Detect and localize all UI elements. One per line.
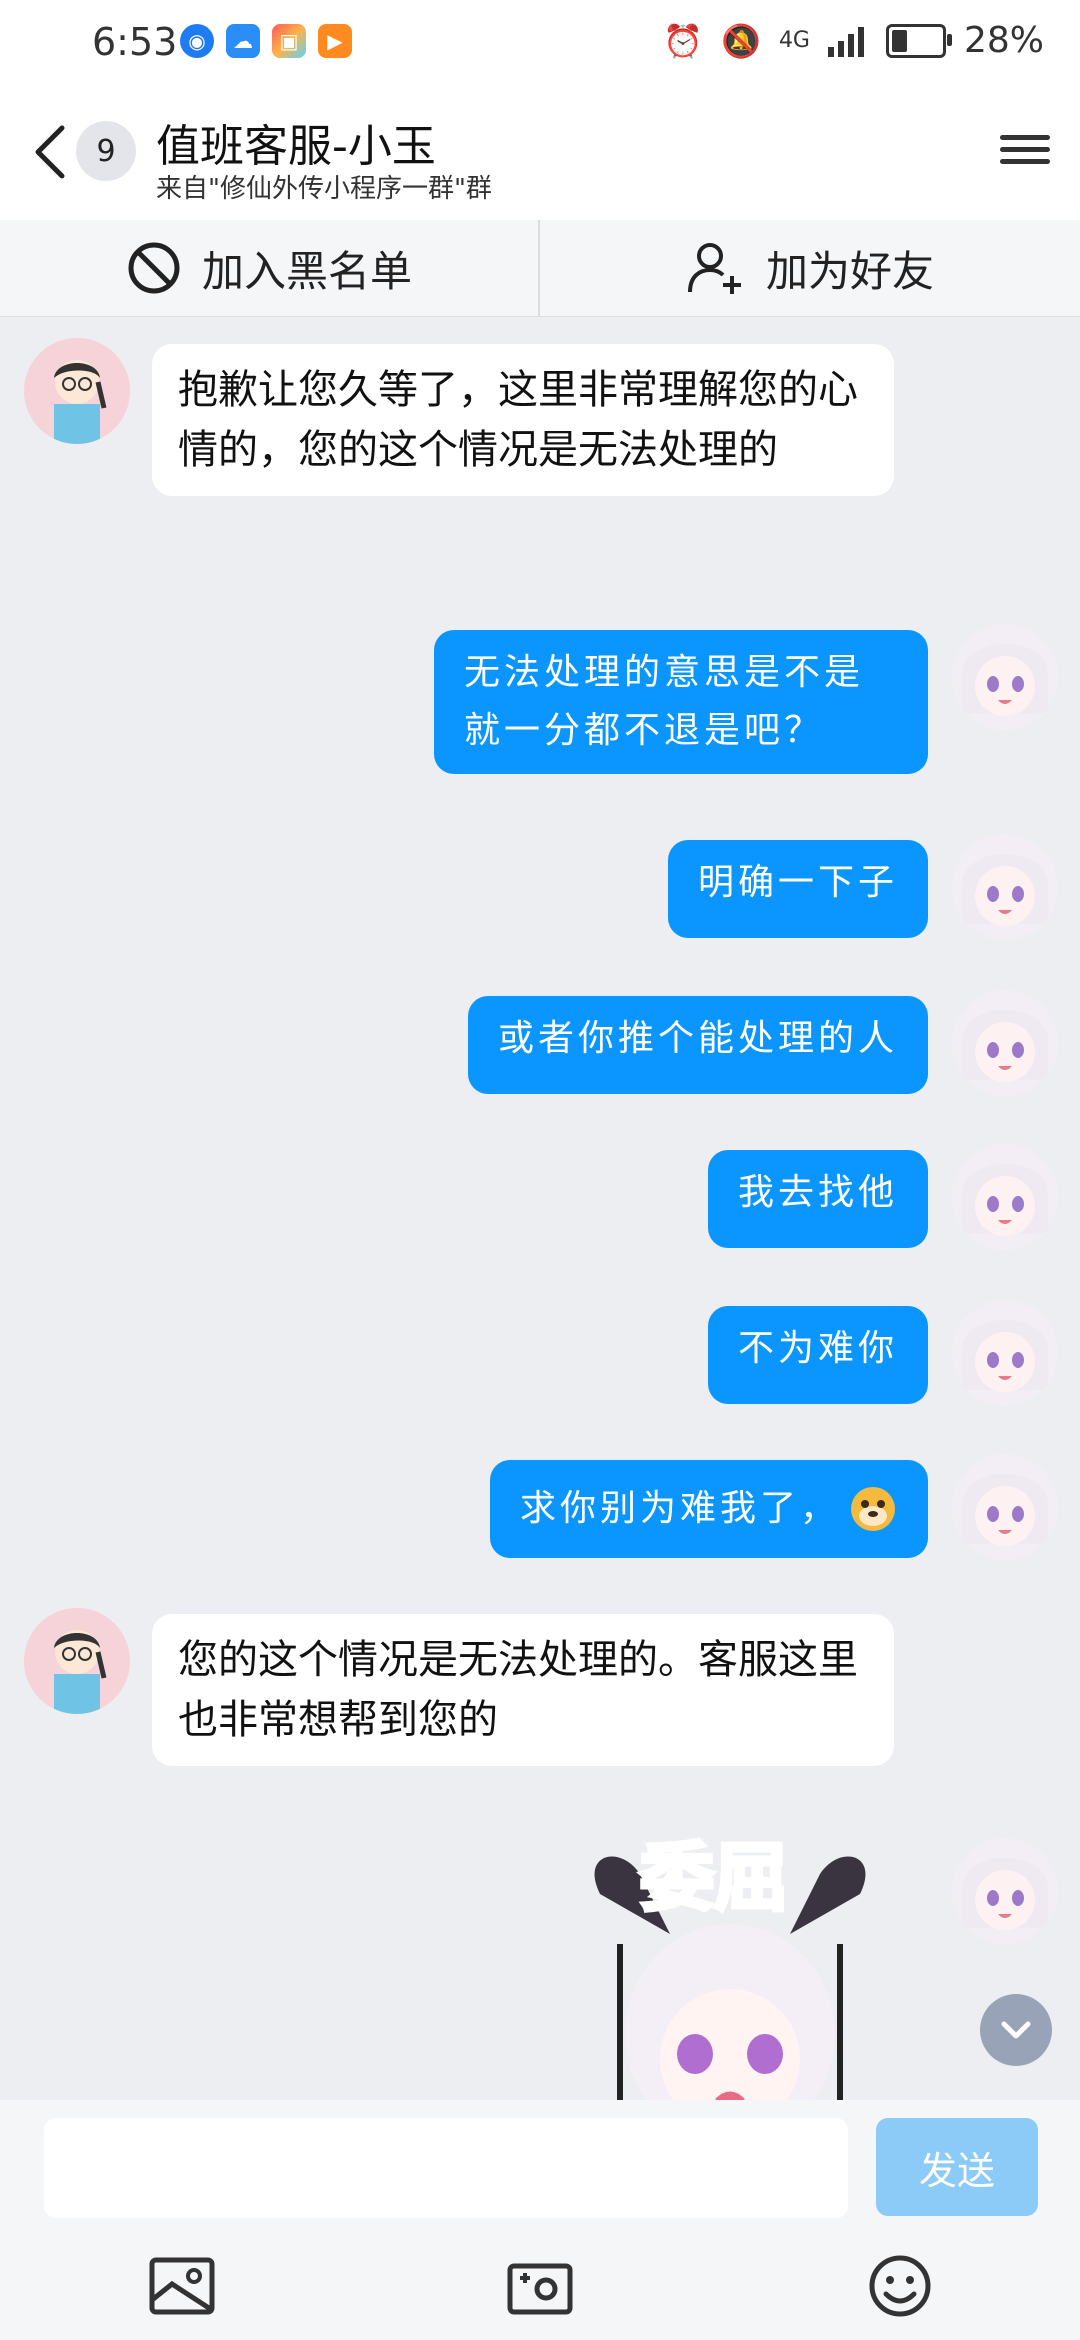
user-avatar[interactable]	[952, 624, 1058, 730]
battery-icon	[885, 23, 952, 58]
message-input[interactable]	[44, 2118, 848, 2218]
message-bubble-outgoing[interactable]: 明确一下子	[667, 840, 928, 938]
menu-icon[interactable]	[1000, 128, 1050, 178]
add-to-blacklist-label: 加入黑名单	[201, 246, 412, 296]
user-avatar[interactable]	[952, 990, 1058, 1096]
input-bar: 发送	[0, 2100, 1080, 2340]
chat-subtitle: 来自"修仙外传小程序一群"群	[156, 174, 492, 204]
add-user-icon	[687, 243, 741, 294]
signal-icon	[827, 26, 864, 57]
user-avatar[interactable]	[952, 1454, 1058, 1560]
chat-title: 值班客服-小玉	[156, 121, 436, 172]
alarm-icon: ⏰	[663, 21, 704, 60]
chevron-down-icon	[1001, 2021, 1031, 2039]
message-text: 求你别为难我了，	[519, 1488, 840, 1529]
sticker-image[interactable]: 委屈	[580, 1824, 880, 2100]
message-bubble-outgoing[interactable]: 我去找他	[707, 1150, 928, 1248]
agent-avatar[interactable]	[24, 338, 130, 444]
photo-icon[interactable]	[146, 2250, 218, 2322]
block-icon	[128, 242, 180, 294]
action-bar: 加入黑名单 加为好友	[0, 220, 1080, 317]
video-app-icon: ▶	[318, 24, 352, 58]
unread-count-badge[interactable]: 9	[76, 121, 136, 181]
camera-icon[interactable]	[504, 2250, 576, 2322]
message-bubble-outgoing[interactable]: 或者你推个能处理的人	[467, 996, 928, 1094]
emoji-icon[interactable]	[864, 2250, 936, 2322]
status-app-icons: ◉ ☁ ▣ ▶	[180, 24, 352, 58]
message-bubble-outgoing[interactable]: 求你别为难我了，	[489, 1460, 928, 1558]
user-avatar[interactable]	[952, 1144, 1058, 1250]
battery-percent: 28%	[963, 20, 1044, 61]
chat-header: 9 值班客服-小玉 来自"修仙外传小程序一群"群	[0, 88, 1080, 220]
status-time: 6:53	[92, 20, 178, 64]
send-button[interactable]: 发送	[876, 2118, 1038, 2216]
agent-avatar[interactable]	[24, 1608, 130, 1714]
mute-icon: 🔕	[721, 21, 761, 60]
user-avatar[interactable]	[952, 1300, 1058, 1406]
user-avatar[interactable]	[952, 1838, 1058, 1944]
user-avatar[interactable]	[952, 834, 1058, 940]
add-to-blacklist-button[interactable]: 加入黑名单	[0, 220, 538, 316]
scroll-to-bottom-button[interactable]	[980, 1994, 1052, 2066]
message-bubble-outgoing[interactable]: 不为难你	[707, 1306, 928, 1404]
browser-app-icon: ◉	[180, 24, 214, 58]
chat-messages[interactable]: 抱歉让您久等了，这里非常理解您的心情的，您的这个情况是无法处理的 无法处理的意思…	[0, 316, 1080, 2100]
status-bar: 6:53 ◉ ☁ ▣ ▶ ⏰ 🔕 4G 28%	[0, 0, 1080, 88]
add-friend-button[interactable]: 加为好友	[540, 220, 1080, 316]
emoji-icon	[851, 1487, 895, 1531]
cloud-app-icon: ☁	[226, 24, 260, 58]
store-app-icon: ▣	[272, 24, 306, 58]
message-bubble-incoming[interactable]: 抱歉让您久等了，这里非常理解您的心情的，您的这个情况是无法处理的	[152, 344, 894, 496]
add-friend-label: 加为好友	[765, 246, 934, 296]
message-bubble-outgoing[interactable]: 无法处理的意思是不是就一分都不退是吧？	[434, 630, 928, 774]
message-bubble-incoming[interactable]: 您的这个情况是无法处理的。客服这里也非常想帮到您的	[152, 1614, 894, 1766]
network-label: 4G	[778, 27, 810, 53]
back-arrow-icon[interactable]	[30, 122, 70, 182]
sticker-caption: 委屈	[638, 1833, 790, 1923]
